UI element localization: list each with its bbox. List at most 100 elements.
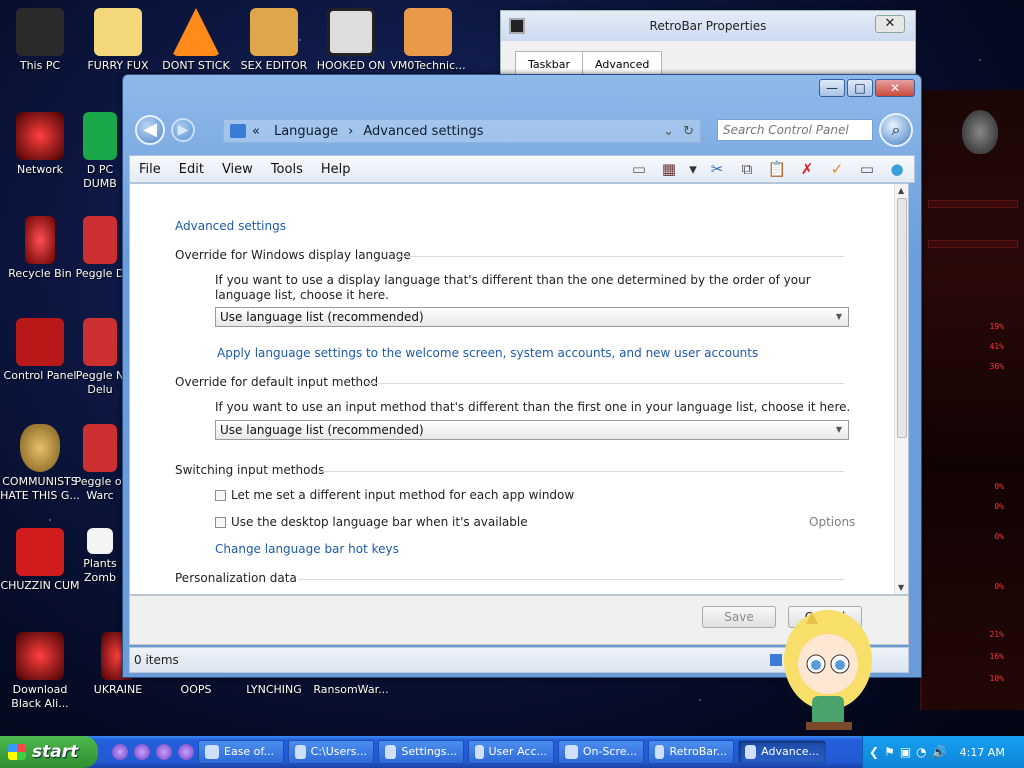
clock[interactable]: 4:17 AM — [960, 746, 1005, 759]
address-bar[interactable]: « Language › Advanced settings ⌄ ↻ — [223, 119, 701, 143]
quick-launch-icon[interactable] — [134, 744, 150, 760]
per-app-input-checkbox[interactable]: Let me set a different input method for … — [215, 488, 574, 502]
menu-tools[interactable]: Tools — [262, 162, 312, 177]
vertical-scrollbar[interactable]: ▲ ▼ — [894, 184, 908, 594]
search-icon[interactable]: ⌕ — [879, 113, 913, 147]
input-method-select[interactable]: Use language list (recommended) ▼ — [215, 420, 849, 440]
retrobar-close-button[interactable]: ✕ — [875, 15, 905, 33]
desktop-icon-hooked-on[interactable]: HOOKED ON — [311, 8, 391, 73]
volume-icon[interactable]: 🔊 — [932, 745, 947, 759]
menu-edit[interactable]: Edit — [170, 162, 213, 177]
maximize-button[interactable]: □ — [847, 79, 873, 97]
divider — [298, 579, 844, 580]
address-dropdown-icon[interactable]: ⌄ — [663, 124, 674, 139]
views-icon[interactable]: ▦ — [658, 159, 680, 179]
paste-icon[interactable]: 📋 — [766, 159, 788, 179]
menu-file[interactable]: File — [130, 162, 170, 177]
section-heading-display-language: Override for Windows display language — [175, 248, 411, 262]
minimize-button[interactable]: — — [819, 79, 845, 97]
task-user-accounts[interactable]: User Acc... — [468, 740, 554, 764]
desktop-icon-vm0technic[interactable]: VM0Technic... — [388, 8, 468, 73]
desktop-icon-label: HOOKED ON — [316, 59, 386, 72]
retrobar-properties-window[interactable]: RetroBar Properties ✕ Taskbar Advanced — [500, 10, 916, 80]
globe-icon[interactable]: ● — [886, 159, 908, 179]
scroll-down-icon[interactable]: ▼ — [898, 583, 904, 592]
delete-icon[interactable]: ✗ — [796, 159, 818, 179]
task-settings[interactable]: Settings... — [378, 740, 464, 764]
checkbox-icon[interactable] — [215, 489, 226, 501]
peggle-icon — [83, 318, 117, 366]
desktop-language-bar-checkbox[interactable]: Use the desktop language bar when it's a… — [215, 515, 528, 529]
desktop-icon-peggle-deluxe[interactable]: Peggle N Delu — [72, 318, 128, 397]
cut-icon[interactable]: ✂ — [706, 159, 728, 179]
layout-icon[interactable]: ▭ — [628, 159, 650, 179]
desktop-icon-peggle-warcraft[interactable]: Peggle of Warc — [72, 424, 128, 503]
task-ease-of-access[interactable]: Ease of... — [198, 740, 284, 764]
properties-icon[interactable]: ▭ — [856, 159, 878, 179]
page-title-link[interactable]: Advanced settings — [175, 219, 286, 233]
scroll-up-icon[interactable]: ▲ — [898, 186, 904, 195]
desktop-icon-network[interactable]: Network — [0, 112, 80, 177]
desktop-icon-chuzzin[interactable]: CHUZZIN CUM — [0, 528, 80, 593]
control-panel-icon — [745, 745, 757, 759]
quick-launch-icon[interactable] — [178, 744, 194, 760]
alien-gadget-panel: 19% 41% 36% 0% 0% 0% 0% 21% 16% 10% — [920, 90, 1024, 710]
desktop-icon-dont-stick[interactable]: DONT STICK — [156, 8, 236, 73]
divider — [366, 383, 844, 384]
desktop-icon-label: D PC DUMB — [83, 163, 117, 190]
task-label: Ease of... — [224, 745, 274, 758]
search-input[interactable]: Search Control Panel — [717, 119, 873, 141]
gadget-bar — [928, 200, 1018, 208]
desktop-icon-recycle-bin[interactable]: Recycle Bin — [0, 216, 80, 281]
desktop-icon-sex-editor[interactable]: SEX EDITOR — [234, 8, 314, 73]
display-language-select[interactable]: Use language list (recommended) ▼ — [215, 307, 849, 327]
doctor-icon — [404, 8, 452, 56]
desktop-icon-d-pc-dumb[interactable]: D PC DUMB — [70, 112, 130, 191]
desktop-icon-download-black-alien[interactable]: Download Black Ali... — [0, 632, 80, 711]
control-panel-window[interactable]: — □ ✕ ◀ ▶ « Language › Advanced settings… — [122, 74, 922, 678]
show-hidden-icons[interactable]: ❮ — [869, 745, 879, 759]
gadget-readout: 21% — [989, 630, 1004, 639]
display-language-description: If you want to use a display language th… — [215, 273, 811, 302]
quick-launch-icon[interactable] — [112, 744, 128, 760]
desktop-icon-furry-fux[interactable]: FURRY FUX — [78, 8, 158, 73]
refresh-icon[interactable]: ↻ — [683, 124, 694, 139]
copy-icon[interactable]: ⧉ — [736, 159, 758, 179]
task-users-folder[interactable]: C:\Users... — [288, 740, 374, 764]
gadget-readout: 0% — [994, 582, 1004, 591]
change-hotkeys-link[interactable]: Change language bar hot keys — [215, 542, 399, 556]
desktop-icon-communists[interactable]: COMMUNISTS HATE THIS G... — [0, 424, 80, 503]
power-icon[interactable]: ◔ — [916, 745, 926, 759]
section-heading-personalization: Personalization data — [175, 571, 297, 585]
views-dropdown-icon[interactable]: ▾ — [688, 159, 698, 179]
start-button[interactable]: start — [0, 736, 98, 768]
scroll-thumb[interactable] — [897, 198, 907, 438]
desktop-icon-control-panel[interactable]: Control Panel — [0, 318, 80, 383]
task-advanced-settings[interactable]: Advance... — [738, 740, 826, 764]
retrobar-titlebar[interactable]: RetroBar Properties ✕ — [501, 11, 915, 41]
forward-button[interactable]: ▶ — [171, 118, 195, 142]
breadcrumb-advanced-settings[interactable]: Advanced settings — [363, 124, 483, 139]
network-icon[interactable]: ▣ — [900, 745, 911, 759]
task-label: C:\Users... — [310, 745, 367, 758]
action-center-icon[interactable]: ⚑ — [884, 745, 895, 759]
desktop-icon-plants-zombies[interactable]: Plants Zomb — [72, 528, 128, 585]
display-language-value: Use language list (recommended) — [220, 310, 424, 324]
menu-view[interactable]: View — [213, 162, 262, 177]
checkbox-icon[interactable] — [215, 516, 226, 528]
menu-help[interactable]: Help — [312, 162, 360, 177]
apply-welcome-screen-link[interactable]: Apply language settings to the welcome s… — [217, 346, 758, 360]
checkmark-icon[interactable]: ✓ — [826, 159, 848, 179]
navigation-bar: ◀ ▶ « Language › Advanced settings ⌄ ↻ S… — [131, 111, 913, 151]
save-button[interactable]: Save — [702, 606, 776, 628]
task-on-screen-keyboard[interactable]: On-Scre... — [558, 740, 644, 764]
desktop-icon-peggle-d[interactable]: Peggle D — [72, 216, 128, 281]
breadcrumb-language[interactable]: Language — [274, 124, 338, 139]
task-retrobar[interactable]: RetroBar... — [648, 740, 734, 764]
close-button[interactable]: ✕ — [875, 79, 915, 97]
desktop-icon-label: RansomWar... — [313, 683, 389, 696]
back-button[interactable]: ◀ — [135, 115, 165, 145]
quick-launch-icon[interactable] — [156, 744, 172, 760]
desktop-icon-label: OOPS — [180, 683, 212, 696]
desktop-icon-this-pc[interactable]: This PC — [0, 8, 80, 73]
